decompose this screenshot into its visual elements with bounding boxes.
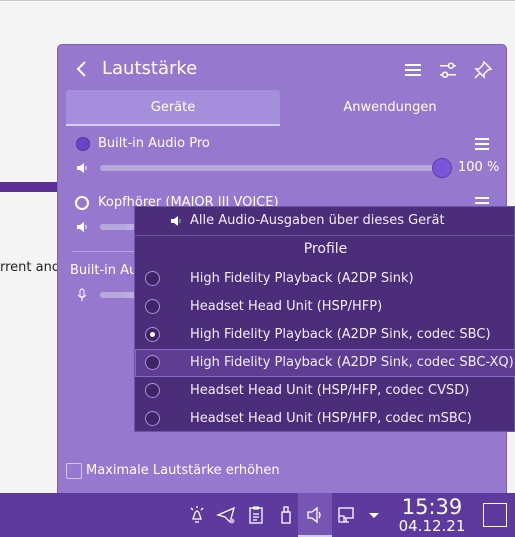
raise-max-volume-checkbox[interactable]: [66, 463, 82, 479]
pin-button[interactable]: [472, 59, 494, 81]
profile-label: Headset Head Unit (HSP/HFP, codec CVSD): [190, 383, 470, 398]
profile-label: Headset Head Unit (HSP/HFP, codec mSBC): [190, 411, 472, 426]
clock-time[interactable]: 15:39: [392, 495, 472, 519]
profile-item-highlighted[interactable]: High Fidelity Playback (A2DP Sink, codec…: [135, 349, 515, 377]
volume-slider-handle-builtin[interactable]: [432, 158, 452, 178]
popup-title: Lautstärke: [102, 58, 198, 79]
profile-item[interactable]: High Fidelity Playback (A2DP Sink): [135, 265, 515, 293]
pin-icon: [474, 60, 493, 79]
volume-slider-fill: [100, 292, 128, 298]
profile-label: High Fidelity Playback (A2DP Sink): [190, 271, 414, 286]
clipboard-icon[interactable]: [246, 505, 266, 525]
speaker-icon[interactable]: [75, 220, 89, 234]
telegram-icon[interactable]: [216, 505, 236, 525]
microphone-icon[interactable]: [75, 288, 89, 302]
window-top-border: [0, 0, 515, 1]
network-icon[interactable]: [336, 505, 356, 525]
tab-applications[interactable]: Anwendungen: [280, 90, 500, 126]
default-device-radio-headphones[interactable]: [75, 196, 89, 210]
profile-radio: [145, 411, 160, 426]
volume-percent-builtin: 100 %: [458, 160, 500, 175]
configure-button[interactable]: [437, 59, 459, 81]
volume-slider-fill: [100, 224, 128, 230]
speaker-icon[interactable]: [75, 161, 89, 175]
background-accent-bar: [0, 182, 60, 192]
show-desktop-button[interactable]: [483, 503, 507, 527]
profile-radio-selected: [145, 327, 160, 342]
volume-tray-icon[interactable]: [305, 505, 325, 525]
back-button[interactable]: [72, 59, 92, 79]
profile-label: High Fidelity Playback (A2DP Sink, codec…: [190, 355, 514, 370]
device-menu-button-builtin[interactable]: [475, 138, 489, 150]
clock-date[interactable]: 04.12.21: [392, 517, 472, 535]
background-text: rrent and: [0, 260, 61, 275]
volume-slider-builtin[interactable]: [100, 165, 442, 171]
profile-item[interactable]: High Fidelity Playback (A2DP Sink, codec…: [135, 321, 515, 349]
profile-radio: [145, 299, 160, 314]
profile-radio: [145, 355, 160, 370]
profile-radio: [145, 271, 160, 286]
sliders-icon: [440, 62, 456, 78]
usb-device-icon[interactable]: [276, 505, 296, 525]
volume-slider-fill: [100, 165, 442, 171]
profile-label: High Fidelity Playback (A2DP Sink, codec…: [190, 327, 491, 342]
notifications-icon[interactable]: [187, 505, 207, 525]
profile-item[interactable]: Headset Head Unit (HSP/HFP): [135, 293, 515, 321]
route-all-outputs-item[interactable]: Alle Audio-Ausgaben über dieses Gerät: [135, 207, 515, 235]
menu-separator: [135, 235, 515, 236]
profile-label: Headset Head Unit (HSP/HFP): [190, 299, 383, 314]
default-device-radio-builtin[interactable]: [76, 137, 90, 151]
chevron-left-icon: [76, 61, 86, 77]
device-context-menu: Alle Audio-Ausgaben über dieses Gerät Pr…: [134, 206, 515, 432]
speaker-icon: [169, 214, 183, 228]
hamburger-icon: [405, 64, 421, 76]
raise-max-volume-label: Maximale Lautstärke erhöhen: [86, 463, 280, 478]
menu-button[interactable]: [402, 59, 424, 81]
profiles-section-title: Profile: [303, 241, 348, 257]
device-label-builtin: Built-in Audio Pro: [98, 136, 210, 151]
taskbar: 15:39 04.12.21: [0, 493, 515, 537]
tab-devices[interactable]: Geräte: [66, 90, 280, 126]
input-device-label: Built-in Au: [70, 263, 138, 278]
route-all-outputs-label: Alle Audio-Ausgaben über dieses Gerät: [190, 213, 445, 228]
chevron-down-icon[interactable]: [364, 505, 384, 525]
profile-item[interactable]: Headset Head Unit (HSP/HFP, codec mSBC): [135, 405, 515, 433]
profile-radio: [145, 383, 160, 398]
profile-item[interactable]: Headset Head Unit (HSP/HFP, codec CVSD): [135, 377, 515, 405]
